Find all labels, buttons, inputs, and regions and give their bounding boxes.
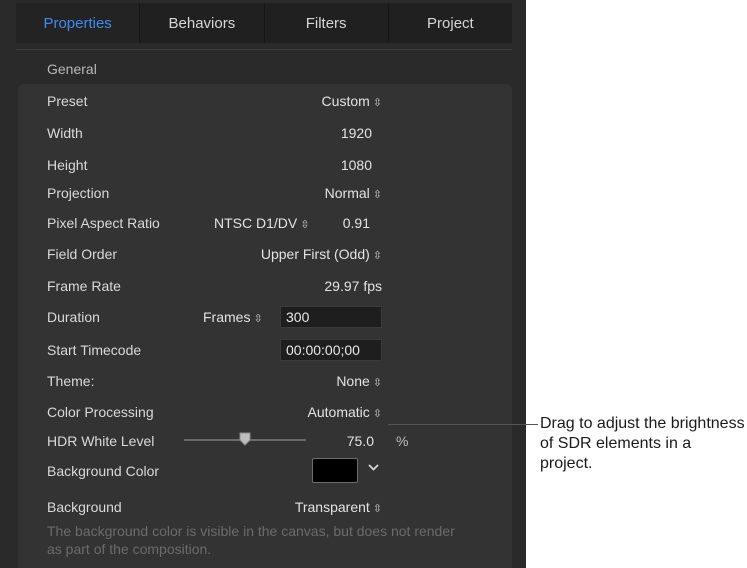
height-label: Height [47, 157, 88, 173]
par-label: Pixel Aspect Ratio [47, 215, 160, 231]
projection-popup[interactable]: Normal ⇳ [280, 184, 382, 204]
width-label: Width [47, 125, 83, 141]
duration-label: Duration [47, 309, 100, 325]
theme-popup[interactable]: None ⇳ [280, 372, 382, 392]
field-order-label: Field Order [47, 246, 118, 262]
duration-field[interactable]: 300 [280, 306, 382, 328]
frame-rate-label: Frame Rate [47, 278, 121, 294]
tab-behaviors[interactable]: Behaviors [140, 3, 265, 43]
updown-chevron-icon: ⇳ [372, 189, 382, 201]
theme-label: Theme: [47, 373, 95, 389]
duration-unit-popup[interactable]: Frames ⇳ [203, 308, 263, 328]
section-header-general[interactable]: General [47, 61, 97, 77]
preset-label: Preset [47, 93, 88, 109]
preset-value: Custom [321, 93, 370, 109]
par-preset-popup[interactable]: NTSC D1/DV ⇳ [214, 214, 309, 234]
start-timecode-label: Start Timecode [47, 342, 142, 358]
properties-group [18, 84, 512, 568]
theme-value: None [336, 373, 370, 389]
tab-filters[interactable]: Filters [265, 3, 389, 43]
callout-text: Drag to adjust the brightness of SDR ele… [540, 415, 745, 472]
updown-chevron-icon: ⇳ [372, 377, 382, 389]
inspector-panel: Properties Behaviors Filters Project Gen… [0, 0, 526, 568]
divider [16, 49, 512, 50]
par-preset-value: NTSC D1/DV [214, 215, 298, 231]
tab-bar: Properties Behaviors Filters Project [16, 3, 512, 43]
chevron-down-icon[interactable] [368, 464, 379, 472]
height-value[interactable]: 1080 [300, 156, 372, 174]
background-color-label: Background Color [47, 463, 160, 479]
callout-leader-line [388, 424, 538, 425]
start-timecode-field[interactable]: 00:00:00;00 [280, 339, 382, 361]
projection-label: Projection [47, 185, 110, 201]
field-order-popup[interactable]: Upper First (Odd) ⇳ [220, 245, 382, 265]
background-popup[interactable]: Transparent ⇳ [250, 498, 382, 518]
color-processing-label: Color Processing [47, 404, 154, 420]
frame-rate-value: 29.97 fps [324, 278, 382, 294]
updown-chevron-icon: ⇳ [372, 408, 382, 420]
par-value[interactable]: 0.91 [320, 214, 370, 232]
background-color-swatch[interactable] [312, 458, 358, 483]
color-processing-popup[interactable]: Automatic ⇳ [250, 403, 382, 423]
background-value: Transparent [294, 499, 370, 515]
projection-value: Normal [324, 185, 370, 201]
updown-chevron-icon: ⇳ [372, 97, 382, 109]
updown-chevron-icon: ⇳ [372, 250, 382, 262]
updown-chevron-icon: ⇳ [372, 503, 382, 515]
updown-chevron-icon: ⇳ [300, 219, 310, 231]
width-value[interactable]: 1920 [300, 124, 372, 142]
duration-unit-value: Frames [203, 309, 251, 325]
slider-thumb-icon[interactable] [239, 432, 251, 446]
tab-project[interactable]: Project [389, 3, 512, 43]
preset-popup[interactable]: Custom ⇳ [280, 92, 382, 112]
tab-properties[interactable]: Properties [16, 3, 141, 43]
background-note: The background color is visible in the c… [47, 523, 455, 557]
hdr-unit: % [396, 433, 409, 449]
hdr-white-level-label: HDR White Level [47, 433, 155, 449]
field-order-value: Upper First (Odd) [260, 246, 370, 262]
hdr-value[interactable]: 75.0 [320, 432, 374, 450]
background-label: Background [47, 499, 122, 515]
color-processing-value: Automatic [307, 404, 370, 420]
updown-chevron-icon: ⇳ [253, 313, 263, 325]
